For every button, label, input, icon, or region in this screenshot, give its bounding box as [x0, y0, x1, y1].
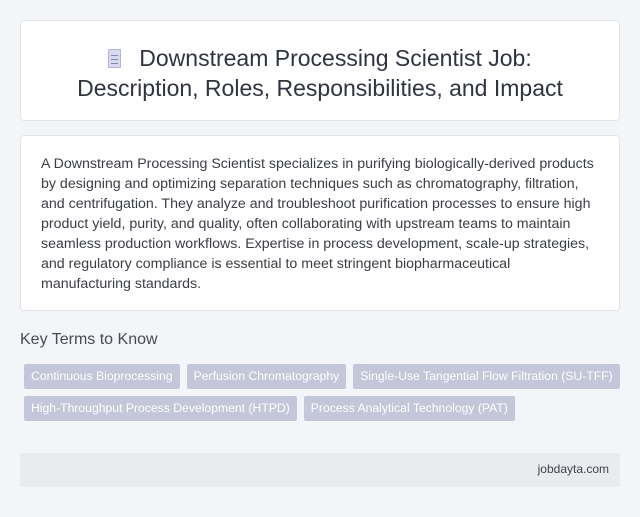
- title-line-1: Downstream Processing Scientist Job:: [139, 45, 532, 71]
- title-card: Downstream Processing Scientist Job: Des…: [20, 20, 620, 121]
- term-tag[interactable]: Process Analytical Technology (PAT): [303, 396, 515, 421]
- title-line-2: Description, Roles, Responsibilities, an…: [77, 75, 563, 101]
- term-tag[interactable]: High-Throughput Process Development (HTP…: [24, 396, 297, 421]
- page-title: Downstream Processing Scientist Job: Des…: [21, 43, 619, 103]
- term-tag[interactable]: Perfusion Chromatography: [186, 364, 347, 389]
- footer: jobdayta.com: [20, 453, 620, 487]
- document-icon: [108, 49, 122, 68]
- key-terms-row-1: Continuous Bioprocessing Perfusion Chrom…: [24, 364, 624, 389]
- key-terms-heading: Key Terms to Know: [20, 331, 158, 348]
- footer-site-link[interactable]: jobdayta.com: [538, 462, 609, 476]
- term-tag[interactable]: Single-Use Tangential Flow Filtration (S…: [353, 364, 620, 389]
- description-card: A Downstream Processing Scientist specia…: [20, 135, 620, 311]
- key-terms-row-2: High-Throughput Process Development (HTP…: [24, 396, 624, 421]
- key-terms-list: Continuous Bioprocessing Perfusion Chrom…: [24, 364, 624, 428]
- term-tag[interactable]: Continuous Bioprocessing: [24, 364, 180, 389]
- description-text: A Downstream Processing Scientist specia…: [41, 156, 594, 292]
